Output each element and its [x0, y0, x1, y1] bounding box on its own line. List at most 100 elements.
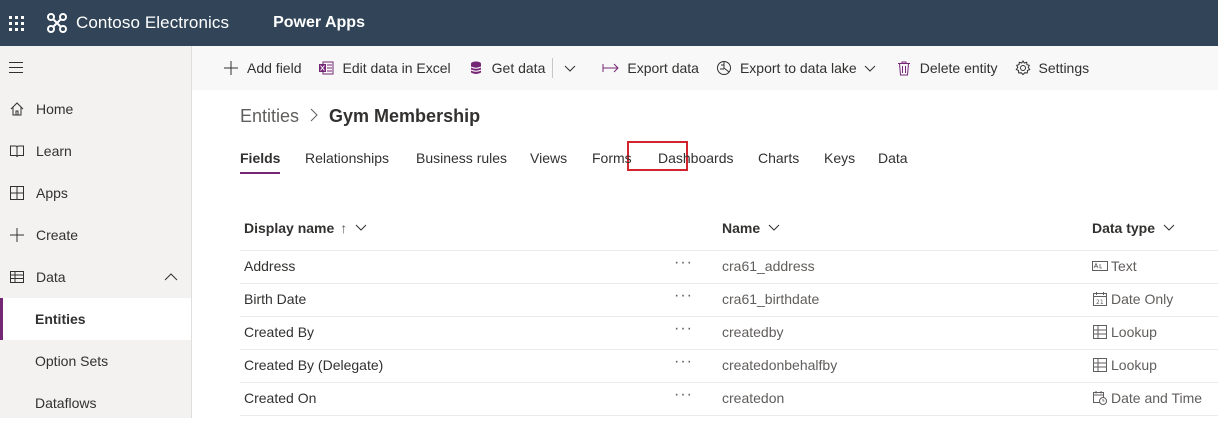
export-data-button[interactable]: Export data	[602, 46, 699, 90]
delete-entity-label: Delete entity	[919, 60, 998, 76]
app-launcher-button[interactable]	[0, 0, 32, 46]
column-header-label: Display name	[244, 220, 335, 236]
breadcrumb-entities-link[interactable]: Entities	[240, 106, 299, 127]
table-row[interactable]: Created On ··· createdon Date and Time	[240, 383, 1218, 416]
column-header-label: Name	[722, 220, 761, 236]
get-data-button[interactable]: Get data	[467, 46, 546, 90]
data-type-label: Date and Time	[1111, 390, 1203, 406]
tab-dashboards[interactable]: Dashboards	[658, 147, 734, 175]
hamburger-menu-icon[interactable]	[9, 62, 25, 74]
get-data-label: Get data	[491, 60, 546, 76]
chevron-down-icon	[768, 220, 780, 236]
more-options-icon[interactable]: ···	[674, 320, 693, 338]
svg-text:21: 21	[1096, 299, 1104, 306]
more-options-icon[interactable]: ···	[674, 386, 693, 404]
more-options-icon[interactable]: ···	[674, 353, 693, 371]
row-data-type: Text	[1092, 258, 1137, 274]
more-options-icon[interactable]: ···	[674, 287, 693, 305]
lookup-icon	[1092, 357, 1108, 373]
export-arrow-icon	[602, 59, 620, 77]
nav-item-label: Create	[36, 227, 79, 243]
breadcrumb: Entities Gym Membership	[240, 106, 480, 127]
tab-data[interactable]: Data	[878, 147, 908, 175]
chevron-up-icon[interactable]	[163, 269, 179, 288]
delete-entity-button[interactable]: Delete entity	[895, 46, 998, 90]
nav-item-create[interactable]: Create	[0, 214, 191, 256]
edit-in-excel-label: Edit data in Excel	[342, 60, 451, 76]
export-to-data-lake-button[interactable]: Export to data lake	[715, 46, 879, 90]
row-display-name[interactable]: Created By	[244, 324, 314, 340]
nav-subitem-label: Dataflows	[35, 395, 97, 411]
row-display-name[interactable]: Created On	[244, 390, 316, 406]
plus-icon	[222, 59, 240, 77]
plus-icon	[8, 226, 26, 244]
top-bar: Contoso Electronics Power Apps	[0, 0, 1218, 46]
table-row[interactable]: Created By ··· createdby Lookup	[240, 317, 1218, 350]
row-name: createdby	[722, 324, 784, 340]
nav-item-data[interactable]: Data	[0, 256, 191, 298]
row-data-type: Lookup	[1092, 357, 1157, 373]
tab-relationships[interactable]: Relationships	[305, 147, 389, 175]
row-display-name[interactable]: Address	[244, 258, 295, 274]
book-icon	[8, 142, 26, 160]
column-header-name[interactable]: Name	[722, 220, 780, 236]
data-lake-icon	[715, 59, 733, 77]
nav-subitem-entities[interactable]: Entities	[0, 298, 191, 340]
get-data-dropdown[interactable]	[561, 46, 586, 90]
row-data-type: Lookup	[1092, 324, 1157, 340]
nav-item-apps[interactable]: Apps	[0, 172, 191, 214]
nav-item-label: Data	[36, 269, 66, 285]
command-bar: Add field Edit data in Excel Get data Ex…	[192, 46, 1218, 90]
datetime-icon	[1092, 390, 1108, 406]
data-type-label: Date Only	[1111, 291, 1174, 307]
data-type-label: Lookup	[1111, 357, 1157, 373]
add-field-button[interactable]: Add field	[222, 46, 301, 90]
chevron-down-icon[interactable]	[861, 59, 879, 77]
column-header-display-name[interactable]: Display name ↑	[244, 220, 367, 236]
export-data-label: Export data	[627, 60, 699, 76]
column-header-data-type[interactable]: Data type	[1092, 220, 1175, 236]
main-content: Add field Edit data in Excel Get data Ex…	[192, 46, 1218, 418]
product-name[interactable]: Power Apps	[273, 14, 365, 32]
brand[interactable]: Contoso Electronics	[46, 12, 229, 34]
chevron-down-icon	[355, 220, 367, 236]
nav-item-label: Apps	[36, 185, 68, 201]
tab-business-rules[interactable]: Business rules	[416, 147, 507, 175]
row-display-name[interactable]: Created By (Delegate)	[244, 357, 383, 373]
table-row[interactable]: Birth Date ··· cra61_birthdate 21 Date O…	[240, 284, 1218, 317]
settings-button[interactable]: Settings	[1014, 46, 1090, 90]
table-row[interactable]: Address ··· cra61_address Text	[240, 251, 1218, 284]
database-icon	[467, 59, 485, 77]
row-data-type: Date and Time	[1092, 390, 1202, 406]
more-options-icon[interactable]: ···	[674, 254, 693, 272]
nav-subitem-label: Entities	[35, 311, 86, 327]
tab-forms[interactable]: Forms	[592, 147, 632, 175]
trash-icon	[895, 59, 913, 77]
nav-item-learn[interactable]: Learn	[0, 130, 191, 172]
calendar-icon: 21	[1092, 291, 1108, 307]
tab-keys[interactable]: Keys	[824, 147, 855, 175]
tab-views[interactable]: Views	[530, 147, 567, 175]
chevron-down-icon	[1163, 220, 1175, 236]
row-display-name[interactable]: Birth Date	[244, 291, 306, 307]
left-navigation: Home Learn Apps Create Data Entities Opt…	[0, 46, 192, 418]
column-header-label: Data type	[1092, 220, 1156, 236]
row-data-type: 21 Date Only	[1092, 291, 1173, 307]
settings-label: Settings	[1038, 60, 1090, 76]
excel-icon	[317, 59, 335, 77]
nav-subitem-option-sets[interactable]: Option Sets	[0, 340, 191, 382]
nav-item-home[interactable]: Home	[0, 88, 191, 130]
lookup-icon	[1092, 324, 1108, 340]
table-row[interactable]: Created By (Delegate) ··· createdonbehal…	[240, 350, 1218, 383]
command-separator	[552, 58, 554, 78]
add-field-label: Add field	[247, 60, 302, 76]
row-name: createdonbehalfby	[722, 357, 838, 373]
nav-subitem-label: Option Sets	[35, 353, 109, 369]
table-header: Display name ↑ Name Data type	[240, 213, 1218, 251]
home-icon	[8, 100, 26, 118]
row-name: createdon	[722, 390, 785, 406]
tab-charts[interactable]: Charts	[758, 147, 799, 175]
nav-item-label: Home	[36, 101, 74, 117]
edit-in-excel-button[interactable]: Edit data in Excel	[317, 46, 451, 90]
tab-fields[interactable]: Fields	[240, 147, 281, 175]
